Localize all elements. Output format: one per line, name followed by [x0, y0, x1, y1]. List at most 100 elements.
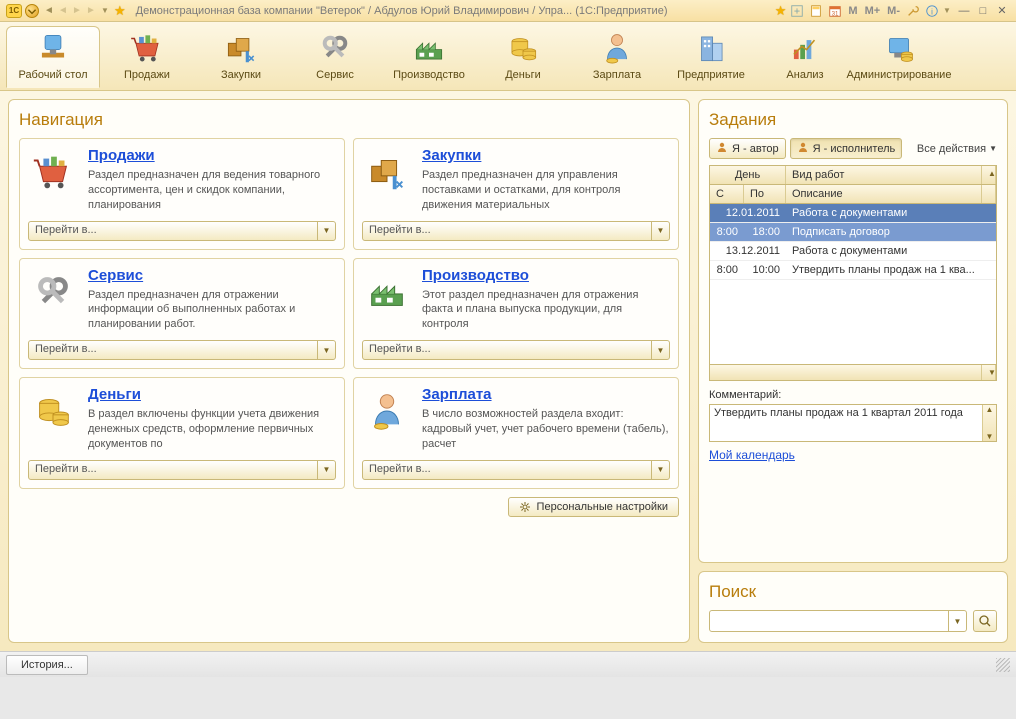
link-icon[interactable] — [789, 3, 805, 19]
nav-desc: Раздел предназначен для отражении информ… — [88, 288, 336, 333]
task-row[interactable]: 13.12.2011Работа с документами — [710, 242, 996, 261]
tools-icon[interactable] — [905, 3, 921, 19]
search-button[interactable] — [973, 610, 997, 632]
ribbon-sales[interactable]: Продажи — [100, 26, 194, 88]
comment-box[interactable]: Утвердить планы продаж на 1 квартал 2011… — [709, 404, 997, 442]
tasks-title: Задания — [709, 110, 997, 130]
ribbon-money[interactable]: Деньги — [476, 26, 570, 88]
comment-scrollbar[interactable]: ▲▼ — [982, 405, 996, 441]
purchase-icon — [362, 147, 412, 197]
nav-card-money: Деньги В раздел включены функции учета д… — [19, 377, 345, 489]
menu-circle-icon[interactable] — [25, 4, 39, 18]
nav-desc: В раздел включены функции учета движения… — [88, 407, 336, 452]
goto-dropdown[interactable]: Перейти в... ▼ — [28, 221, 336, 241]
ribbon-payroll[interactable]: Зарплата — [570, 26, 664, 88]
chevron-down-icon[interactable]: ▼ — [651, 222, 669, 240]
history-button[interactable]: История... — [6, 655, 88, 675]
nav-fwd-icon[interactable]: ► — [70, 4, 84, 18]
nav-link-service[interactable]: Сервис — [88, 267, 336, 284]
goto-dropdown[interactable]: Перейти в... ▼ — [28, 460, 336, 480]
col-type[interactable]: Вид работ — [786, 166, 982, 184]
task-row[interactable]: 12.01.2011Работа с документами — [710, 204, 996, 223]
app-badge-icon: 1C — [6, 4, 22, 18]
search-input-wrap: ▼ — [709, 610, 967, 632]
ribbon-service[interactable]: Сервис — [288, 26, 382, 88]
nav-link-payroll[interactable]: Зарплата — [422, 386, 670, 403]
nav-desc: В число возможностей раздела входит: кад… — [422, 407, 670, 452]
maximize-button[interactable]: □ — [975, 4, 991, 18]
user-icon — [797, 141, 809, 156]
goto-dropdown[interactable]: Перейти в... ▼ — [362, 460, 670, 480]
calendar-icon[interactable]: 31 — [827, 3, 843, 19]
goto-dropdown[interactable]: Перейти в... ▼ — [28, 340, 336, 360]
info-icon[interactable]: i — [924, 3, 940, 19]
nav-link-sales[interactable]: Продажи — [88, 147, 336, 164]
search-dropdown-icon[interactable]: ▼ — [948, 611, 966, 631]
nav-link-money[interactable]: Деньги — [88, 386, 336, 403]
chevron-down-icon[interactable]: ▼ — [317, 461, 335, 479]
goto-dropdown[interactable]: Перейти в... ▼ — [362, 340, 670, 360]
resize-grip-icon[interactable] — [996, 658, 1010, 672]
nav-desc: Раздел предназначен для управления поста… — [422, 168, 670, 213]
user-icon — [716, 141, 728, 156]
navigation-title: Навигация — [19, 110, 679, 130]
nav-back2-icon[interactable]: ◄ — [56, 4, 70, 18]
mem-mplus-button[interactable]: M+ — [863, 5, 883, 17]
info-drop-icon[interactable]: ▼ — [943, 6, 953, 15]
fav-add-icon[interactable]: ★ — [775, 3, 787, 19]
nav-card-purchase: Закупки Раздел предназначен для управлен… — [353, 138, 679, 250]
col-to[interactable]: По — [744, 185, 786, 203]
search-input[interactable] — [710, 611, 948, 631]
mem-m-button[interactable]: M — [846, 5, 859, 17]
nav-card-sales: Продажи Раздел предназначен для ведения … — [19, 138, 345, 250]
tasks-body[interactable]: 12.01.2011Работа с документами8:0018:00П… — [710, 204, 996, 364]
chevron-down-icon[interactable]: ▼ — [317, 341, 335, 359]
minimize-button[interactable]: — — [956, 4, 972, 18]
nav-link-production[interactable]: Производство — [422, 267, 670, 284]
payroll-icon — [597, 31, 637, 65]
chevron-down-icon[interactable]: ▼ — [651, 341, 669, 359]
nav-history-drop-icon[interactable]: ▼ — [101, 6, 111, 15]
personal-settings-button[interactable]: Персональные настройки — [508, 497, 679, 517]
goto-dropdown[interactable]: Перейти в... ▼ — [362, 221, 670, 241]
svg-text:31: 31 — [832, 10, 839, 17]
col-desc[interactable]: Описание — [786, 185, 982, 203]
close-button[interactable]: ✕ — [994, 4, 1010, 18]
all-actions-button[interactable]: Все действия ▼ — [917, 143, 997, 155]
chevron-down-icon[interactable]: ▼ — [651, 461, 669, 479]
svg-text:i: i — [931, 7, 933, 16]
nav-back-icon[interactable]: ◄ — [42, 4, 56, 18]
col-from[interactable]: С — [710, 185, 744, 203]
scroll-up-icon[interactable]: ▲ — [982, 166, 996, 184]
tasks-panel: Задания Я - автор Я - исполнитель Все де… — [698, 99, 1008, 563]
my-calendar-link[interactable]: Мой календарь — [709, 448, 997, 462]
ribbon-admin[interactable]: Администрирование — [852, 26, 946, 88]
author-filter-button[interactable]: Я - автор — [709, 138, 786, 159]
navigation-panel: Навигация Продажи Раздел предназначен дл… — [8, 99, 690, 643]
chevron-down-icon[interactable]: ▼ — [317, 222, 335, 240]
gear-icon — [519, 501, 531, 513]
executor-filter-button[interactable]: Я - исполнитель — [790, 138, 903, 159]
nav-link-purchase[interactable]: Закупки — [422, 147, 670, 164]
calc-icon[interactable] — [808, 3, 824, 19]
task-row[interactable]: 8:0018:00Подписать договор — [710, 223, 996, 242]
ribbon-production[interactable]: Производство — [382, 26, 476, 88]
nav-card-payroll: Зарплата В число возможностей раздела вх… — [353, 377, 679, 489]
ribbon-enterprise[interactable]: Предприятие — [664, 26, 758, 88]
ribbon-analysis[interactable]: Анализ — [758, 26, 852, 88]
ribbon-purchase[interactable]: Закупки — [194, 26, 288, 88]
chevron-down-icon: ▼ — [989, 144, 997, 153]
comment-label: Комментарий: — [709, 389, 997, 401]
personal-settings-label: Персональные настройки — [537, 501, 668, 513]
admin-icon — [879, 31, 919, 65]
scroll-down-icon[interactable]: ▼ — [982, 365, 996, 380]
service-icon — [28, 267, 78, 317]
sales-icon — [28, 147, 78, 197]
mem-mminus-button[interactable]: M- — [885, 5, 902, 17]
col-day[interactable]: День — [710, 166, 786, 184]
nav-fwd2-icon[interactable]: ► — [84, 4, 98, 18]
ribbon-desktop[interactable]: Рабочий стол — [6, 26, 100, 88]
payroll-icon — [362, 386, 412, 436]
task-row[interactable]: 8:0010:00Утвердить планы продаж на 1 ква… — [710, 261, 996, 280]
favorite-star-icon[interactable]: ★ — [114, 3, 126, 19]
